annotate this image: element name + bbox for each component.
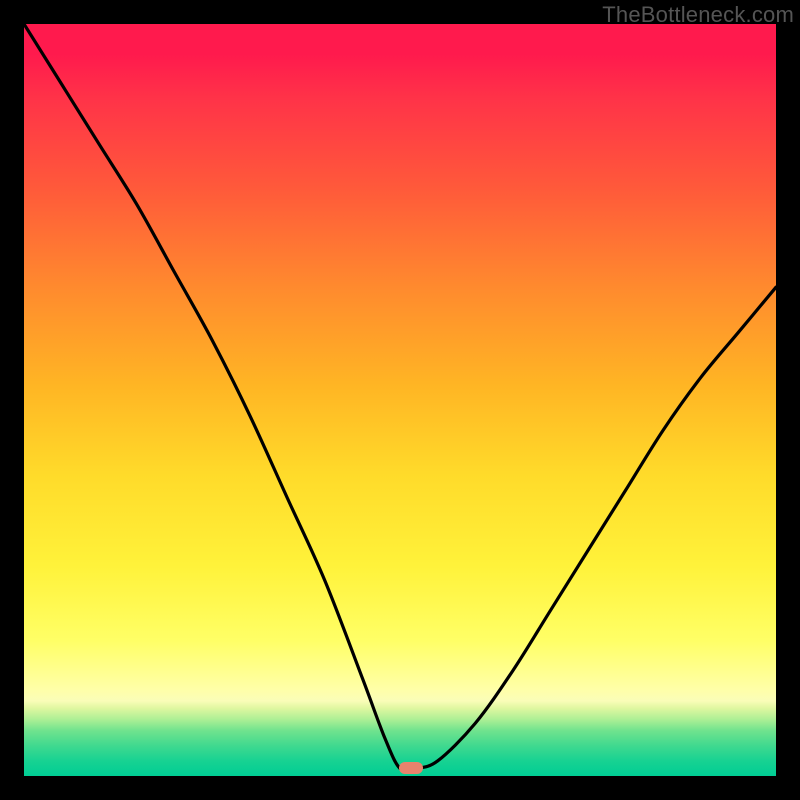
- plot-area: [24, 24, 776, 776]
- bottleneck-curve: [24, 24, 776, 776]
- optimal-point-marker: [399, 762, 423, 774]
- watermark-text: TheBottleneck.com: [602, 2, 794, 28]
- chart-frame: TheBottleneck.com: [0, 0, 800, 800]
